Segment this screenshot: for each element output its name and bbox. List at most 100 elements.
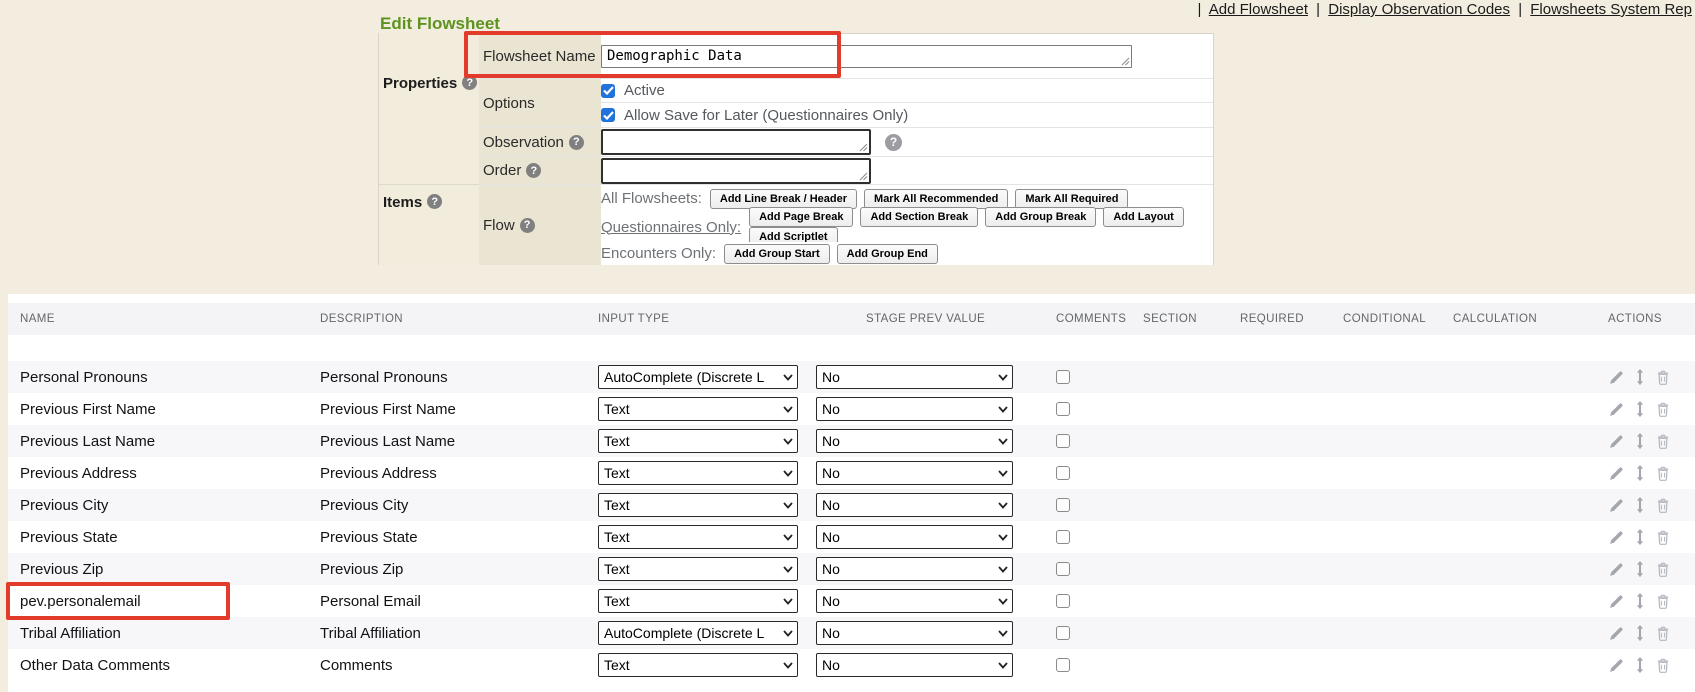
order-input[interactable]	[601, 158, 871, 184]
stage-prev-select[interactable]: No	[816, 621, 1013, 645]
table-row: Previous Last Name Previous Last Name Te…	[8, 425, 1695, 457]
input-type-select[interactable]: Text	[598, 461, 798, 485]
flow-button[interactable]: Add Section Break	[860, 207, 978, 227]
flowsheet-items-table: NAME DESCRIPTION INPUT TYPE STAGE PREV V…	[8, 294, 1695, 692]
edit-pencil-icon[interactable]	[1608, 401, 1625, 418]
flow-questionnaires-row: Questionnaires Only: Add Page BreakAdd S…	[601, 212, 1213, 242]
flow-button[interactable]: Add Group Start	[724, 244, 830, 264]
flow-button[interactable]: Add Layout	[1103, 207, 1184, 227]
input-type-select[interactable]: Text	[598, 653, 798, 677]
move-vertical-icon[interactable]	[1634, 432, 1646, 450]
comments-checkbox[interactable]	[1056, 466, 1070, 480]
move-vertical-icon[interactable]	[1634, 400, 1646, 418]
move-vertical-icon[interactable]	[1634, 592, 1646, 610]
edit-pencil-icon[interactable]	[1608, 657, 1625, 674]
edit-pencil-icon[interactable]	[1608, 625, 1625, 642]
resize-grip-icon[interactable]	[859, 143, 868, 152]
edit-pencil-icon[interactable]	[1608, 369, 1625, 386]
trash-icon[interactable]	[1655, 497, 1671, 514]
comments-checkbox[interactable]	[1056, 434, 1070, 448]
edit-pencil-icon[interactable]	[1608, 561, 1625, 578]
stage-prev-select[interactable]: No	[816, 653, 1013, 677]
move-vertical-icon[interactable]	[1634, 496, 1646, 514]
flow-button[interactable]: Add Page Break	[749, 207, 853, 227]
move-vertical-icon[interactable]	[1634, 656, 1646, 674]
link-display-observation-codes[interactable]: Display Observation Codes	[1328, 1, 1510, 18]
trash-icon[interactable]	[1655, 593, 1671, 610]
comments-checkbox[interactable]	[1056, 498, 1070, 512]
trash-icon[interactable]	[1655, 369, 1671, 386]
stage-prev-select[interactable]: No	[816, 589, 1013, 613]
edit-pencil-icon[interactable]	[1608, 593, 1625, 610]
help-icon[interactable]: ?	[569, 135, 584, 150]
help-icon[interactable]: ?	[427, 194, 442, 209]
trash-icon[interactable]	[1655, 465, 1671, 482]
input-type-select[interactable]: AutoComplete (Discrete L	[598, 621, 798, 645]
row-description-cell: Previous City	[290, 497, 586, 514]
move-vertical-icon[interactable]	[1634, 464, 1646, 482]
comments-checkbox[interactable]	[1056, 562, 1070, 576]
row-actions-cell	[1590, 528, 1695, 546]
flow-button[interactable]: Mark All Required	[1015, 189, 1128, 209]
stage-prev-select[interactable]: No	[816, 557, 1013, 581]
stage-prev-select[interactable]: No	[816, 461, 1013, 485]
edit-pencil-icon[interactable]	[1608, 433, 1625, 450]
help-icon[interactable]: ?	[526, 163, 541, 178]
allow-save-checkbox[interactable]	[601, 108, 615, 122]
observation-input[interactable]	[601, 129, 871, 155]
row-description-cell: Previous Last Name	[290, 433, 586, 450]
trash-icon[interactable]	[1655, 529, 1671, 546]
chevron-down-icon	[998, 406, 1008, 413]
move-vertical-icon[interactable]	[1634, 624, 1646, 642]
input-type-select[interactable]: AutoComplete (Discrete L	[598, 365, 798, 389]
link-add-flowsheet[interactable]: Add Flowsheet	[1209, 1, 1308, 18]
stage-prev-select[interactable]: No	[816, 429, 1013, 453]
input-type-select[interactable]: Text	[598, 397, 798, 421]
input-type-select-value: AutoComplete (Discrete L	[604, 369, 764, 385]
trash-icon[interactable]	[1655, 625, 1671, 642]
link-flowsheets-system-reports[interactable]: Flowsheets System Rep	[1530, 1, 1692, 18]
edit-pencil-icon[interactable]	[1608, 497, 1625, 514]
flowsheet-name-input[interactable]: Demographic Data	[601, 45, 1132, 68]
edit-pencil-icon[interactable]	[1608, 465, 1625, 482]
stage-prev-select-value: No	[822, 369, 840, 385]
active-checkbox[interactable]	[601, 84, 615, 98]
comments-checkbox[interactable]	[1056, 626, 1070, 640]
resize-grip-icon[interactable]	[1121, 57, 1130, 66]
help-icon[interactable]: ?	[462, 75, 477, 90]
move-vertical-icon[interactable]	[1634, 528, 1646, 546]
row-description-cell: Previous Zip	[290, 561, 586, 578]
flow-button[interactable]: Mark All Recommended	[864, 189, 1008, 209]
flow-button[interactable]: Add Group End	[837, 244, 938, 264]
input-type-select[interactable]: Text	[598, 589, 798, 613]
trash-icon[interactable]	[1655, 657, 1671, 674]
input-type-select[interactable]: Text	[598, 493, 798, 517]
input-type-select[interactable]: Text	[598, 429, 798, 453]
trash-icon[interactable]	[1655, 401, 1671, 418]
comments-checkbox[interactable]	[1056, 658, 1070, 672]
stage-prev-select[interactable]: No	[816, 397, 1013, 421]
flow-button[interactable]: Add Group Break	[985, 207, 1096, 227]
input-type-select[interactable]: Text	[598, 557, 798, 581]
stage-prev-select[interactable]: No	[816, 493, 1013, 517]
stage-prev-select[interactable]: No	[816, 365, 1013, 389]
comments-checkbox[interactable]	[1056, 370, 1070, 384]
row-input-type-cell: Text	[586, 397, 804, 421]
edit-flowsheet-form: Edit Flowsheet Properties ? Items ? Flow…	[378, 33, 1214, 265]
comments-checkbox[interactable]	[1056, 530, 1070, 544]
row-input-type-cell: AutoComplete (Discrete L	[586, 621, 804, 645]
stage-prev-select[interactable]: No	[816, 525, 1013, 549]
chevron-down-icon	[783, 534, 793, 541]
input-type-select[interactable]: Text	[598, 525, 798, 549]
trash-icon[interactable]	[1655, 561, 1671, 578]
help-icon[interactable]: ?	[885, 134, 902, 151]
edit-pencil-icon[interactable]	[1608, 529, 1625, 546]
trash-icon[interactable]	[1655, 433, 1671, 450]
comments-checkbox[interactable]	[1056, 402, 1070, 416]
flow-button[interactable]: Add Line Break / Header	[710, 189, 857, 209]
help-icon[interactable]: ?	[520, 218, 535, 233]
comments-checkbox[interactable]	[1056, 594, 1070, 608]
resize-grip-icon[interactable]	[859, 172, 868, 181]
move-vertical-icon[interactable]	[1634, 560, 1646, 578]
move-vertical-icon[interactable]	[1634, 368, 1646, 386]
